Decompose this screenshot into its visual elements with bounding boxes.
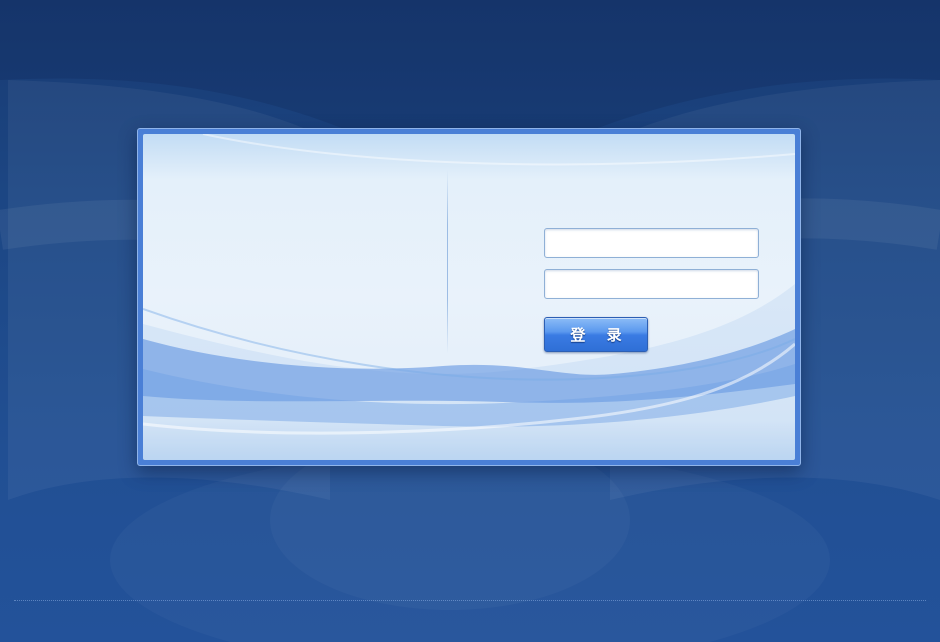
login-page: 登 录 [0,0,940,642]
username-input[interactable] [544,228,759,258]
password-input[interactable] [544,269,759,299]
login-form: 登 录 [544,228,764,352]
footer-divider [14,600,926,601]
panel-divider [447,170,448,354]
login-panel-body: 登 录 [143,134,795,460]
login-panel: 登 录 [137,128,801,466]
login-button[interactable]: 登 录 [544,317,648,352]
